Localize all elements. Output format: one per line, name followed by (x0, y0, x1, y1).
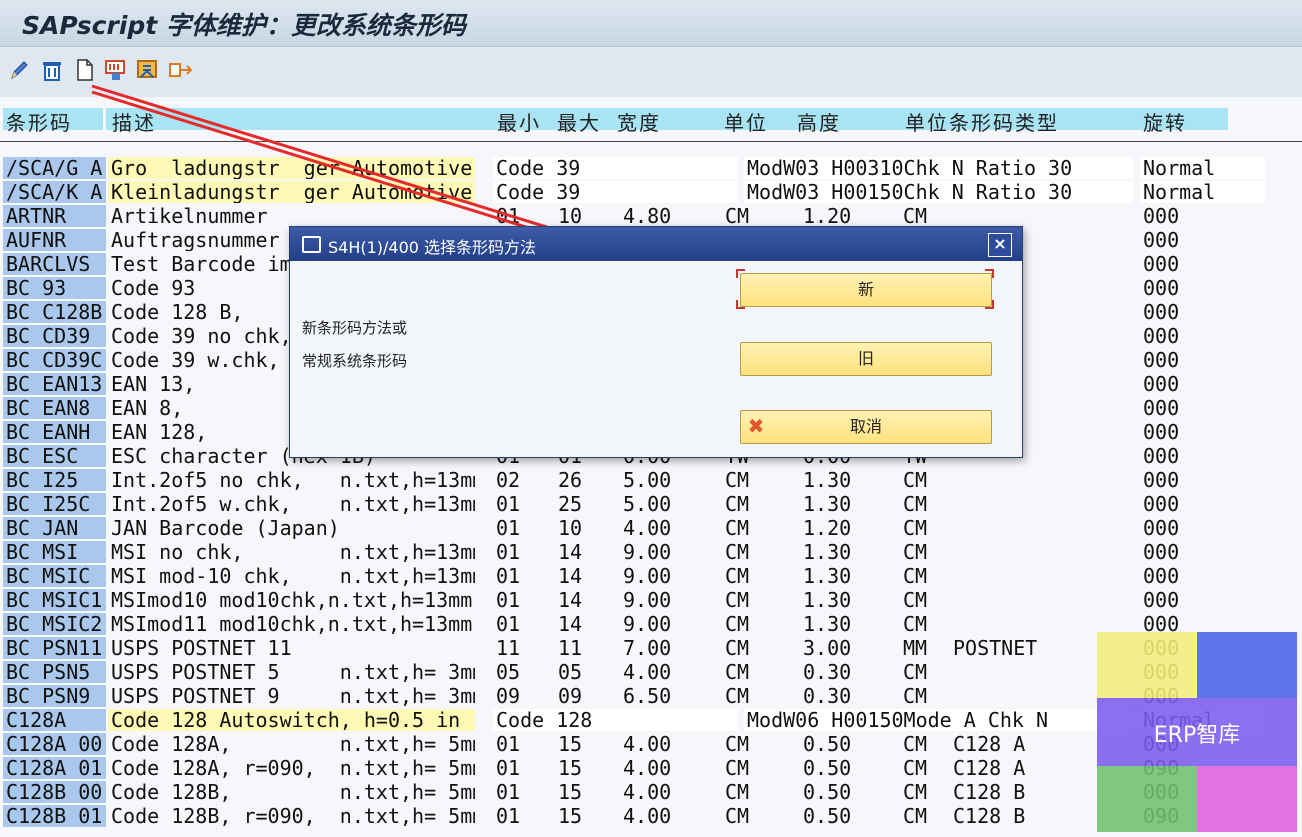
cancel-button-label: 取消 (849, 417, 882, 436)
dialog-title-bar: S4H(1)/400 选择条形码方法 × (290, 227, 1022, 261)
watermark-block (1097, 766, 1197, 832)
watermark-block (1197, 632, 1297, 698)
close-icon[interactable]: × (988, 233, 1012, 257)
watermark-block (1197, 766, 1297, 832)
dialog-window-icon (302, 236, 321, 253)
dialog-body: 新条形码方法或 常规系统条形码 新 旧 ✖ 取消 (290, 261, 1022, 457)
select-barcode-method-dialog: S4H(1)/400 选择条形码方法 × 新条形码方法或 常规系统条形码 新 旧… (289, 226, 1023, 458)
dialog-text-line1: 新条形码方法或 (302, 319, 408, 337)
watermark-block (1097, 632, 1197, 698)
dialog-text-line2: 常规系统条形码 (302, 352, 408, 370)
new-button[interactable]: 新 (740, 273, 992, 307)
old-button[interactable]: 旧 (740, 342, 992, 376)
dialog-title: S4H(1)/400 选择条形码方法 (328, 238, 537, 257)
cancel-button[interactable]: ✖ 取消 (740, 410, 992, 444)
watermark-text: ERP智库 (1153, 723, 1241, 748)
cancel-x-icon: ✖ (747, 414, 765, 438)
